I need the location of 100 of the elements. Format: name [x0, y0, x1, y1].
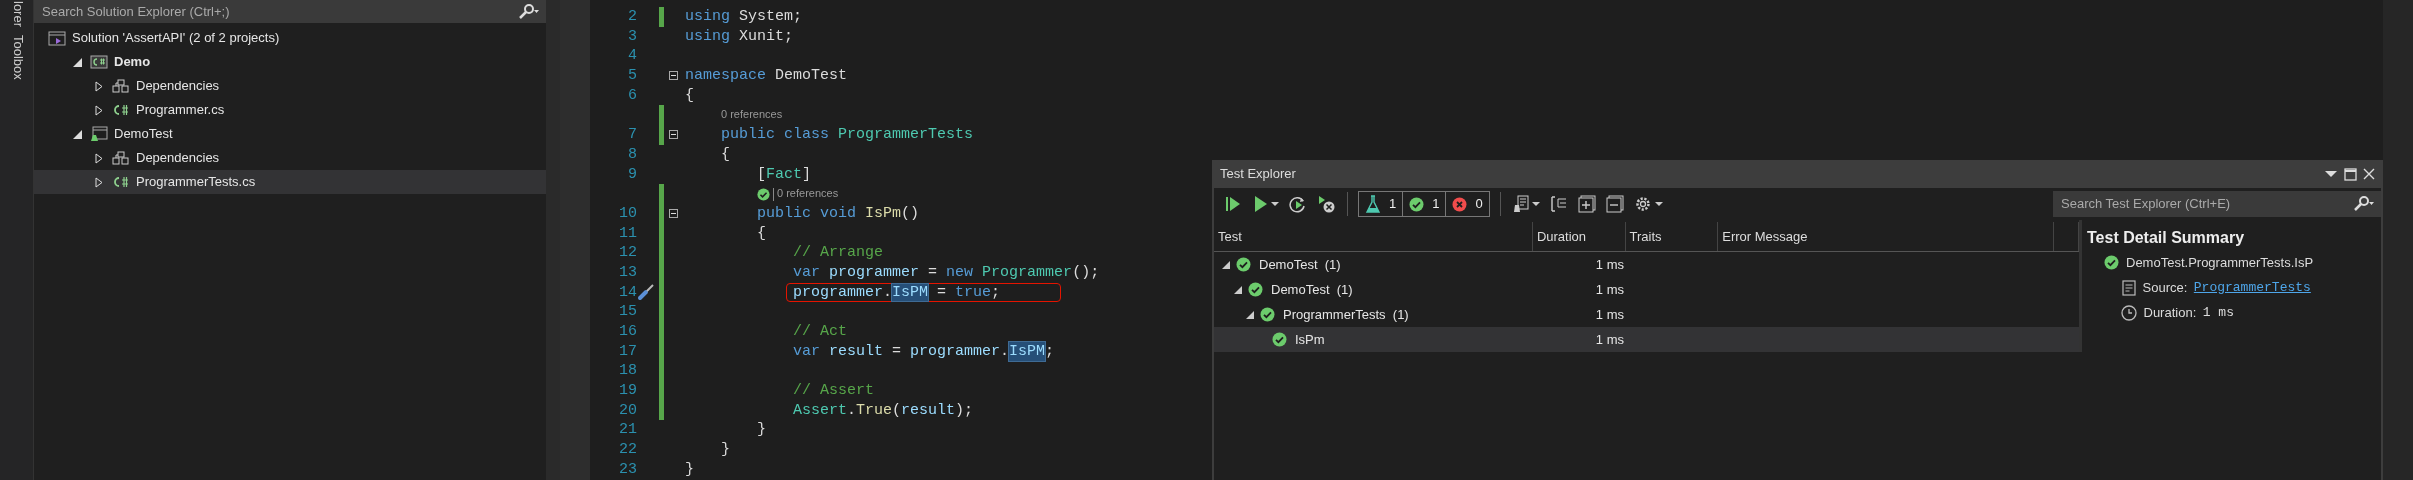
- passed-count-button[interactable]: 1: [1403, 191, 1447, 217]
- failed-icon: [1452, 196, 1468, 212]
- maximize-icon[interactable]: [2343, 167, 2357, 181]
- code-text: using System;: [685, 7, 803, 27]
- line-number: 20: [618, 400, 637, 421]
- line-number: 7: [627, 125, 637, 145]
- check-icon: [757, 187, 770, 201]
- search-field[interactable]: Search Test Explorer (Ctrl+E): [2053, 191, 2345, 217]
- tree-item[interactable]: Dependencies: [34, 74, 546, 98]
- line-number: 23: [618, 459, 637, 480]
- line-number: 13: [618, 262, 637, 283]
- column-header[interactable]: Test: [1214, 222, 1533, 251]
- code-text: [Fact]: [756, 164, 812, 185]
- column-header[interactable]: Duration: [1532, 222, 1626, 251]
- total-count-button[interactable]: 1: [1358, 191, 1404, 217]
- clock-icon: [2121, 304, 2137, 321]
- line-number: 4: [627, 46, 637, 67]
- search-field[interactable]: Search Solution Explorer (Ctrl+;): [34, 0, 510, 23]
- caret-icon[interactable]: [1531, 201, 1540, 207]
- code-text: // Assert: [792, 381, 875, 401]
- flask-icon: [1365, 195, 1381, 213]
- test-row[interactable]: DemoTest (1) 1 ms: [1214, 277, 2079, 302]
- source-label: Source:: [2142, 278, 2188, 297]
- failed-count-button[interactable]: 0: [1446, 191, 1490, 217]
- line-number: 11: [618, 223, 637, 244]
- code-text: {: [756, 223, 766, 244]
- side-tab[interactable]: Toolbox: [0, 31, 33, 84]
- test-row[interactable]: ProgrammerTests (1) 1 ms: [1214, 302, 2079, 327]
- code-text: var result = programmer.IsPM;: [792, 341, 1055, 362]
- cancel-icon: [1317, 195, 1335, 213]
- document-icon: [2122, 279, 2136, 296]
- csharp-project-icon: [90, 54, 108, 70]
- line-number: 5: [627, 66, 637, 86]
- expanded-arrow-icon[interactable]: [1234, 285, 1242, 294]
- panel-title: Test Detail Summary: [2087, 228, 2246, 248]
- test-project-icon: [90, 126, 108, 142]
- expanded-arrow-icon[interactable]: [72, 129, 82, 139]
- tree-item[interactable]: Dependencies: [34, 146, 546, 170]
- csharp-file-icon: [112, 102, 130, 118]
- code-text: {: [720, 144, 730, 165]
- source-link[interactable]: ProgrammerTests: [2193, 277, 2311, 298]
- code-text: Assert.True(result);: [792, 400, 974, 421]
- tree-item[interactable]: Demo: [34, 50, 546, 74]
- caret-icon[interactable]: [1654, 201, 1663, 207]
- expanded-arrow-icon[interactable]: [1222, 260, 1230, 269]
- check-icon: [1409, 196, 1425, 212]
- caret-icon[interactable]: [1271, 201, 1279, 207]
- tree-item[interactable]: ProgrammerTests.cs: [34, 170, 546, 194]
- code-text: public void IsPm(): [756, 203, 920, 224]
- run-all-icon: [1224, 195, 1242, 213]
- code-text: {: [685, 85, 694, 106]
- code-text: using Xunit;: [685, 26, 794, 47]
- column-header[interactable]: Traits: [1625, 222, 1719, 251]
- column-header[interactable]: Error Message: [1718, 222, 2055, 251]
- collapsed-arrow-icon[interactable]: [95, 80, 103, 92]
- line-number: 2: [627, 7, 637, 27]
- tree-item[interactable]: Programmer.cs: [34, 98, 546, 122]
- tree-item[interactable]: DemoTest: [34, 122, 546, 146]
- collapsed-arrow-icon[interactable]: [95, 104, 103, 116]
- csharp-file-icon: [112, 174, 130, 190]
- duration-label: Duration:: [2143, 303, 2197, 322]
- collapse-icon[interactable]: [668, 209, 678, 219]
- collapse-icon[interactable]: [668, 130, 678, 140]
- expanded-arrow-icon[interactable]: [1246, 310, 1254, 319]
- test-row[interactable]: DemoTest (1) 1 ms: [1214, 252, 2079, 277]
- duration-value: 1 ms: [2202, 303, 2234, 322]
- code-text: }: [685, 459, 694, 480]
- window-title: Test Explorer: [1220, 165, 1296, 184]
- close-icon[interactable]: [2363, 168, 2375, 180]
- playlist-icon: [1512, 195, 1529, 213]
- code-text: namespace DemoTest: [685, 66, 848, 86]
- test-name: DemoTest.ProgrammerTests.IsP: [2126, 253, 2314, 272]
- repeat-icon: [1289, 195, 1307, 213]
- code-text: // Act: [792, 322, 848, 342]
- dependencies-icon: [112, 150, 130, 166]
- line-number: 22: [618, 440, 637, 460]
- expand-all-icon: [1577, 195, 1596, 213]
- collapsed-arrow-icon[interactable]: [95, 176, 103, 188]
- line-number: 17: [618, 341, 637, 362]
- line-number: 10: [618, 203, 637, 224]
- tree-item[interactable]: Solution 'AssertAPI' (2 of 2 projects): [34, 26, 546, 50]
- collapse-icon[interactable]: [668, 71, 678, 81]
- dropdown-icon[interactable]: [2325, 170, 2337, 178]
- collapsed-arrow-icon[interactable]: [95, 152, 103, 164]
- collapse-all-icon: [1605, 195, 1624, 213]
- side-tab[interactable]: lorer: [0, 0, 33, 31]
- code-text: programmer.IsPM = true;: [786, 282, 1062, 302]
- test-row[interactable]: IsPm 1 ms: [1214, 327, 2079, 352]
- screwdriver-icon[interactable]: [637, 283, 655, 302]
- line-number: 15: [618, 302, 637, 322]
- codelens-text[interactable]: 0 references: [777, 184, 839, 204]
- line-number: 8: [627, 144, 637, 165]
- codelens-text[interactable]: 0 references: [721, 105, 783, 126]
- code-text: }: [756, 420, 766, 441]
- line-number: 9: [627, 164, 637, 185]
- line-number: 14: [618, 282, 637, 303]
- run-icon: [1252, 195, 1268, 213]
- code-text: }: [720, 440, 730, 460]
- line-number: 12: [618, 243, 637, 263]
- expanded-arrow-icon[interactable]: [72, 57, 82, 67]
